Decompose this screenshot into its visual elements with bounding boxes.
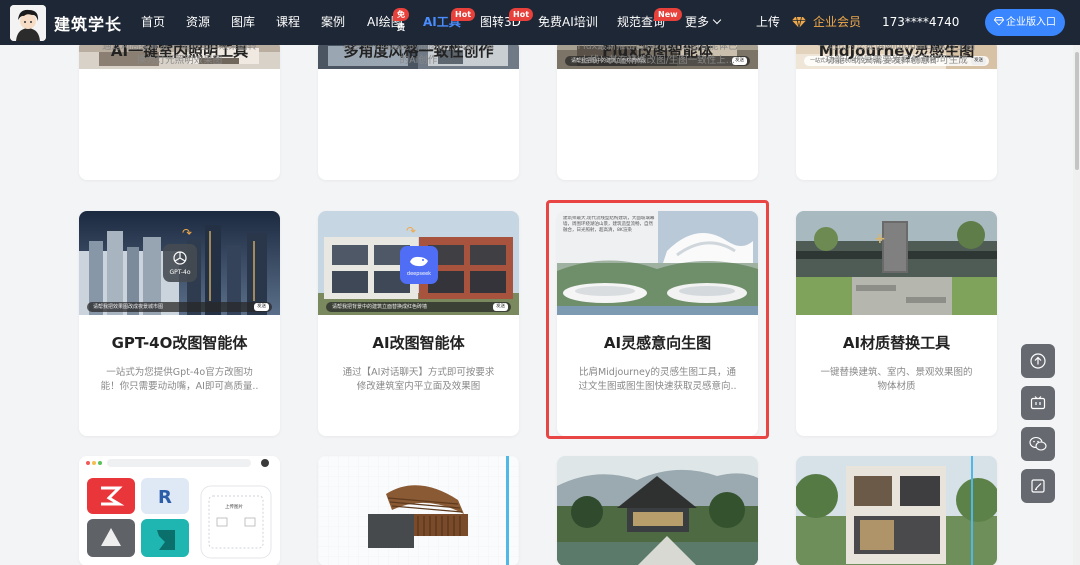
tool-card-lighting[interactable]: AI一键室内照明工具 通过AI高级算法,一键将室内效果图转换为灯光照明效果图 (79, 40, 280, 180)
card-thumbnail: R (79, 456, 280, 565)
wechat-button[interactable] (1021, 427, 1055, 461)
vip-link[interactable]: 企业会员 (813, 0, 861, 45)
tool-card-material[interactable]: + AI材质替换工具 一键替换建筑、室内、景观效果图的物体材质 (796, 211, 997, 436)
diamond-outline-icon (993, 17, 1005, 26)
card-thumbnail (557, 456, 758, 565)
scrollbar-thumb[interactable] (1075, 52, 1079, 170)
video-button[interactable] (1021, 386, 1055, 420)
nav-more[interactable]: 更多 (685, 0, 722, 45)
badge-free: 免费 (393, 8, 409, 32)
caption-bar: 请帮我把效果图改成夜景城市图 发送 (87, 302, 272, 312)
gpt-chip: GPT-4o (163, 244, 197, 282)
send-pill: 发送 (254, 303, 269, 311)
tool-card-midjourney[interactable]: 一站式为您提供MJ官方生图功能，你只需要发挥创意即可 发送 MidJourney灵… (796, 40, 997, 180)
card-title: AI改图智能体 (372, 334, 465, 352)
tool-card-flux[interactable]: 请帮我把图中的建筑立面材质修改 发送 Flux改图智能体 Flux最新推出的kon… (557, 40, 758, 180)
chip-label: deepseek (406, 271, 432, 277)
site-logo[interactable]: 建筑学长 (10, 5, 122, 41)
nav-gallery[interactable]: 图库 (231, 0, 255, 45)
send-pill: 发送 (493, 303, 508, 311)
nav-more-label: 更多 (685, 15, 710, 29)
card-thumbnail: + (796, 211, 997, 315)
caption-bar: 请帮我把背景中的建筑立面替换成红色砖墙 发送 (326, 302, 511, 312)
card-thumbnail: deepseek ↷ 请帮我把背景中的建筑立面替换成红色砖墙 发送 (318, 211, 519, 315)
deepseek-chip: deepseek (400, 246, 438, 284)
tool-card-gpt4o[interactable]: GPT-4o ↷ 请帮我把效果图改成夜景城市图 发送 GPT-4O改图智能体 一站… (79, 211, 280, 436)
tool-card-villa[interactable] (796, 456, 997, 565)
badge-hot-ai-tools: Hot (451, 8, 476, 21)
edit-icon (1031, 479, 1045, 493)
openai-icon (173, 251, 187, 265)
enterprise-entry-label: 企业版入口 (1006, 17, 1056, 28)
enterprise-entry-button[interactable]: 企业版入口 (985, 9, 1065, 36)
logo-avatar (10, 5, 46, 41)
card-thumbnail: GPT-4o ↷ 请帮我把效果图改成夜景城市图 发送 (79, 211, 280, 315)
nav-image-to-3d[interactable]: 图转3D (480, 0, 521, 45)
card-thumbnail (318, 456, 519, 565)
plus-icon: + (874, 231, 886, 247)
caption-text: 请帮我把效果图改成夜景城市图 (93, 304, 164, 310)
tool-card-multi-angle[interactable]: 多角度风格一致性创作 将多张不同角度的底图进行风格一致的AI创作 (318, 40, 519, 180)
badge-hot-3d: Hot (509, 8, 534, 21)
diamond-icon (792, 16, 806, 29)
arrow-icon: ↷ (182, 226, 193, 240)
tool-card-software-upload[interactable]: R 上传图片 (79, 456, 280, 565)
nav-home[interactable]: 首页 (141, 0, 165, 45)
back-to-top-button[interactable] (1021, 344, 1055, 378)
nav-ai-tools[interactable]: AI工具 (423, 0, 461, 45)
card-thumbnail (796, 456, 997, 565)
tool-card-mountain-house[interactable] (557, 456, 758, 565)
tool-card-ai-edit[interactable]: deepseek ↷ 请帮我把背景中的建筑立面替换成红色砖墙 发送 AI改图智能体… (318, 211, 519, 436)
arrow-up-icon (1030, 353, 1046, 369)
chip-label: GPT-4o (169, 269, 191, 276)
card-title: GPT-4O改图智能体 (111, 334, 248, 352)
feedback-button[interactable] (1021, 469, 1055, 503)
user-phone[interactable]: 173****4740 (882, 0, 959, 45)
whale-icon (410, 256, 428, 267)
tool-card-furniture[interactable] (318, 456, 519, 565)
chevron-down-icon (712, 15, 722, 25)
card-title: AI材质替换工具 (842, 334, 951, 352)
nav-courses[interactable]: 课程 (276, 0, 300, 45)
arrow-icon: ↷ (406, 224, 417, 238)
top-navigation-bar: 建筑学长 首页 资源 图库 课程 案例 AI绘图 免费 AI工具 Hot 图转3… (0, 0, 1080, 45)
nav-spec-search[interactable]: 规范查询 (617, 0, 665, 45)
brand-name: 建筑学长 (54, 15, 123, 34)
tv-icon (1030, 396, 1046, 410)
upload-link[interactable]: 上传 (756, 0, 780, 45)
selection-highlight (546, 200, 769, 439)
caption-text: 请帮我把背景中的建筑立面替换成红色砖墙 (332, 304, 428, 310)
wechat-icon (1029, 436, 1047, 451)
upload-label: 上传图片 (225, 505, 243, 510)
card-description: 一键替换建筑、室内、景观效果图的物体材质 (820, 367, 973, 392)
card-description: 通过【AI对话聊天】方式即可按要求修改建筑室内平立面及效果图 (342, 367, 495, 392)
badge-new: New (654, 8, 682, 21)
nav-resources[interactable]: 资源 (186, 0, 210, 45)
nav-free-ai-training[interactable]: 免费AI培训 (538, 0, 598, 45)
svg-text:R: R (158, 487, 172, 508)
card-description: 一站式为您提供Gpt-4o官方改图功能！你只需要动动嘴，AI即可高质量.. (100, 367, 259, 392)
nav-cases[interactable]: 案例 (321, 0, 345, 45)
